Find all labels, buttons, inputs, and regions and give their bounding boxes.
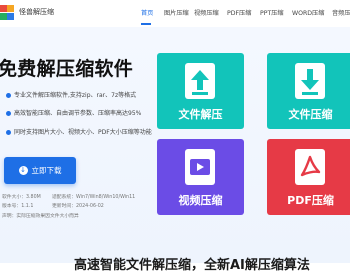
tile-label: 视频压缩 bbox=[178, 194, 223, 207]
nav-active-indicator bbox=[141, 23, 151, 25]
nav-pdf-compress[interactable]: PDF压缩 bbox=[227, 8, 251, 17]
feature-text: 高效智能压缩、自由调节参数、压缩率高达95% bbox=[14, 110, 142, 117]
feature-item: 同时支持图片大小、视频大小、PDF大小压缩等功能 bbox=[6, 127, 152, 136]
supported-systems: 适配系统：Win7/Win8/Win10/Win11 bbox=[52, 195, 136, 200]
feature-item: 高效智能压缩、自由调节参数、压缩率高达95% bbox=[6, 108, 141, 117]
download-arrow-icon bbox=[295, 63, 325, 99]
tile-label: PDF压缩 bbox=[287, 194, 334, 207]
nav-word-compress[interactable]: WORD压缩 bbox=[292, 8, 324, 17]
brand-name[interactable]: 怪兽解压缩 bbox=[19, 7, 54, 17]
pdf-icon bbox=[295, 149, 325, 185]
tile-file-compress[interactable]: 文件压缩 bbox=[267, 53, 350, 129]
bullet-icon bbox=[6, 111, 11, 116]
download-icon: ↓ bbox=[18, 166, 28, 175]
nav-image-compress[interactable]: 图片压缩 bbox=[164, 8, 189, 17]
software-size: 软件大小：3.80M bbox=[2, 195, 41, 200]
top-navigation-bar: 怪兽解压缩 首页 图片压缩 视频压缩 PDF压缩 PPT压缩 WORD压缩 音频… bbox=[0, 0, 350, 28]
hero-title: 免费解压缩软件 bbox=[0, 58, 134, 80]
feature-text: 同时支持图片大小、视频大小、PDF大小压缩等功能 bbox=[14, 129, 152, 136]
nav-video-compress[interactable]: 视频压缩 bbox=[194, 8, 219, 17]
disclaimer: 声明：实际压缩效果因文件大小而异 bbox=[2, 214, 79, 219]
tile-label: 文件解压 bbox=[178, 108, 223, 121]
feature-item: 专业文件解压缩软件,支持zip、rar、7z等格式 bbox=[6, 90, 136, 99]
tile-file-extract[interactable]: 文件解压 bbox=[157, 53, 244, 129]
section-heading: 高速智能文件解压缩，全新AI解压缩算法 bbox=[74, 258, 310, 273]
download-button[interactable]: ↓ 立即下载 bbox=[4, 157, 76, 184]
app-logo-icon[interactable] bbox=[0, 5, 15, 20]
version-number: 版本号：1.1.1 bbox=[2, 204, 34, 209]
feature-text: 专业文件解压缩软件,支持zip、rar、7z等格式 bbox=[14, 92, 137, 99]
tile-video-compress[interactable]: 视频压缩 bbox=[157, 139, 244, 215]
bullet-icon bbox=[6, 130, 11, 135]
download-label: 立即下载 bbox=[31, 166, 62, 175]
video-icon bbox=[185, 149, 215, 185]
nav-home[interactable]: 首页 bbox=[141, 8, 153, 17]
nav-ppt-compress[interactable]: PPT压缩 bbox=[260, 8, 284, 17]
tile-label: 文件压缩 bbox=[288, 108, 333, 121]
update-date: 更新时间：2024-06-02 bbox=[52, 204, 104, 209]
upload-arrow-icon bbox=[185, 63, 215, 99]
bullet-icon bbox=[6, 93, 11, 98]
tile-pdf-compress[interactable]: PDF压缩 bbox=[267, 139, 350, 215]
nav-audio-compress[interactable]: 音频压缩 bbox=[332, 8, 350, 17]
